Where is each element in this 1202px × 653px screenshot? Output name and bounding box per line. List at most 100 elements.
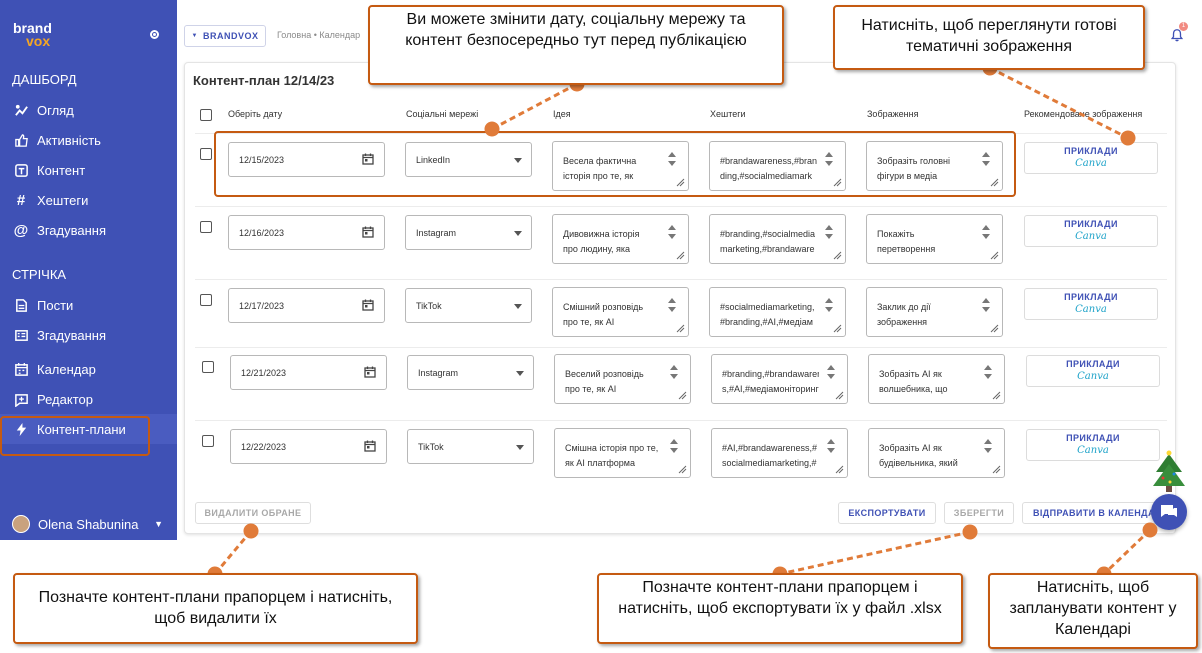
- sidebar-item-posts[interactable]: Пости: [0, 290, 177, 320]
- calendar-icon[interactable]: [362, 299, 374, 311]
- resize-handle-icon[interactable]: [992, 391, 1001, 400]
- resize-handle-icon[interactable]: [678, 391, 687, 400]
- canva-examples-button[interactable]: ПРИКЛАДИ Canva: [1024, 288, 1158, 320]
- row-checkbox[interactable]: [200, 148, 212, 160]
- image-prompt-textarea[interactable]: Покажіть перетворення: [866, 214, 1003, 264]
- resize-handle-icon[interactable]: [678, 465, 687, 474]
- delete-selected-button[interactable]: ВИДАЛИТИ ОБРАНЕ: [195, 502, 311, 524]
- idea-textarea[interactable]: Смішний розповідь про те, як AI: [552, 287, 689, 337]
- spinner-icon[interactable]: [982, 365, 994, 393]
- calendar-icon[interactable]: [364, 366, 376, 378]
- date-value: 12/22/2023: [241, 442, 287, 452]
- hashtags-textarea[interactable]: #branding,#socialmedia marketing,#brandaw…: [709, 214, 846, 264]
- sidebar-item-activity[interactable]: Активність: [0, 125, 177, 155]
- brandvox-logo[interactable]: brand vox: [13, 21, 52, 48]
- text-line: marketing,#brandaware: [720, 244, 815, 254]
- network-select[interactable]: Instagram: [405, 215, 532, 250]
- resize-handle-icon[interactable]: [676, 251, 685, 260]
- spinner-icon[interactable]: [825, 365, 837, 393]
- canva-examples-button[interactable]: ПРИКЛАДИ Canva: [1024, 215, 1158, 247]
- calendar-icon[interactable]: [362, 226, 374, 238]
- image-prompt-textarea[interactable]: Заклик до дії зображення: [866, 287, 1003, 337]
- resize-handle-icon[interactable]: [835, 465, 844, 474]
- spinner-icon[interactable]: [823, 298, 835, 326]
- text-line: про людину, яка: [563, 244, 631, 254]
- date-picker[interactable]: 12/16/2023: [228, 215, 385, 250]
- hashtags-textarea-text: #branding,#socialmedia marketing,#brandaw…: [720, 227, 817, 257]
- christmas-tree-icon: [1153, 450, 1185, 492]
- resize-handle-icon[interactable]: [990, 251, 999, 260]
- send-to-calendar-button[interactable]: ВІДПРАВИТИ В КАЛЕНДАР: [1022, 502, 1170, 524]
- export-button[interactable]: ЕКСПОРТУВАТИ: [838, 502, 936, 524]
- row-checkbox[interactable]: [200, 294, 212, 306]
- image-prompt-textarea[interactable]: Зобразіть AI як волшебника, що: [868, 354, 1005, 404]
- spinner-icon[interactable]: [823, 225, 835, 253]
- resize-handle-icon[interactable]: [990, 324, 999, 333]
- spinner-icon[interactable]: [668, 365, 680, 393]
- sidebar-item-feed-mentions[interactable]: Згадування: [0, 320, 177, 350]
- callout-edit-inline: Ви можете змінити дату, соціальну мережу…: [368, 5, 784, 85]
- date-picker[interactable]: 12/17/2023: [228, 288, 385, 323]
- spinner-icon[interactable]: [980, 225, 992, 253]
- section-feed-label: СТРІЧКА: [12, 267, 67, 282]
- idea-textarea[interactable]: Дивовижна історія про людину, яка: [552, 214, 689, 264]
- hashtags-textarea[interactable]: #socialmediamarketing, #branding,#AI,#мед…: [709, 287, 846, 337]
- resize-handle-icon[interactable]: [833, 324, 842, 333]
- hashtags-textarea[interactable]: #branding,#brandawarenes s,#AI,#медіамоні…: [711, 354, 848, 404]
- spinner-icon[interactable]: [825, 439, 837, 467]
- row-divider: [195, 347, 1167, 348]
- text-line: #socialmediamarketing,: [720, 302, 815, 312]
- chat-button[interactable]: [1151, 494, 1187, 530]
- date-picker[interactable]: 12/22/2023: [230, 429, 387, 464]
- idea-textarea[interactable]: Веселий розповідь про те, як AI: [554, 354, 691, 404]
- hashtags-textarea[interactable]: #AI,#brandawareness,# socialmediamarketin…: [711, 428, 848, 478]
- text-line: зображення: [877, 317, 928, 327]
- row-divider: [195, 420, 1167, 421]
- spinner-icon[interactable]: [666, 225, 678, 253]
- sidebar-item-calendar[interactable]: Календар: [0, 354, 177, 384]
- spinner-icon[interactable]: [666, 298, 678, 326]
- resize-handle-icon[interactable]: [835, 391, 844, 400]
- resize-handle-icon[interactable]: [676, 324, 685, 333]
- network-select[interactable]: TikTok: [407, 429, 534, 464]
- resize-handle-icon[interactable]: [992, 465, 1001, 474]
- network-select[interactable]: Instagram: [407, 355, 534, 390]
- row-checkbox[interactable]: [202, 361, 214, 373]
- spinner-icon[interactable]: [982, 439, 994, 467]
- canva-examples-button[interactable]: ПРИКЛАДИ Canva: [1024, 142, 1158, 174]
- page-title: Контент-план 12/14/23: [193, 73, 335, 88]
- date-picker[interactable]: 12/21/2023: [230, 355, 387, 390]
- sidebar-item-hashtags[interactable]: # Хештеги: [0, 185, 177, 215]
- resize-handle-icon[interactable]: [833, 251, 842, 260]
- row-checkbox[interactable]: [200, 221, 212, 233]
- canva-examples-button[interactable]: ПРИКЛАДИ Canva: [1026, 429, 1160, 461]
- network-value: Instagram: [416, 228, 457, 238]
- text-line: перетворення: [877, 244, 936, 254]
- idea-textarea[interactable]: Смішна історія про те, як AI платформа: [554, 428, 691, 478]
- row-checkbox[interactable]: [202, 435, 214, 447]
- sidebar-item-overview[interactable]: Огляд: [0, 95, 177, 125]
- sidebar-toggle-icon[interactable]: [150, 30, 159, 39]
- image-prompt-textarea-text: Зобразіть AI як будівельника, який: [879, 441, 976, 471]
- save-button[interactable]: ЗБЕРЕГТИ: [944, 502, 1014, 524]
- select-all-checkbox[interactable]: [200, 109, 212, 121]
- text-line: як AI платформа: [565, 458, 635, 468]
- sidebar-item-content[interactable]: Контент: [0, 155, 177, 185]
- calendar-icon: [12, 360, 30, 378]
- content-icon: [12, 161, 30, 179]
- content-plans-highlight: [0, 416, 150, 456]
- calendar-icon[interactable]: [364, 440, 376, 452]
- image-prompt-textarea[interactable]: Зобразіть AI як будівельника, який: [868, 428, 1005, 478]
- sidebar-item-editor[interactable]: Редактор: [0, 384, 177, 414]
- sidebar-item-mentions[interactable]: @ Згадування: [0, 215, 177, 245]
- canva-examples-button[interactable]: ПРИКЛАДИ Canva: [1026, 355, 1160, 387]
- user-menu[interactable]: Olena Shabunina ▼: [0, 508, 177, 540]
- network-select[interactable]: TikTok: [405, 288, 532, 323]
- spinner-icon[interactable]: [980, 298, 992, 326]
- text-line: волшебника, що: [879, 384, 948, 394]
- hashtags-textarea-text: #AI,#brandawareness,# socialmediamarketin…: [722, 441, 819, 471]
- brand-selector-button[interactable]: ▼ BRANDVOX: [184, 25, 266, 47]
- spinner-icon[interactable]: [668, 439, 680, 467]
- first-row-highlight: [214, 131, 1016, 197]
- sidebar-item-label: Редактор: [37, 391, 93, 407]
